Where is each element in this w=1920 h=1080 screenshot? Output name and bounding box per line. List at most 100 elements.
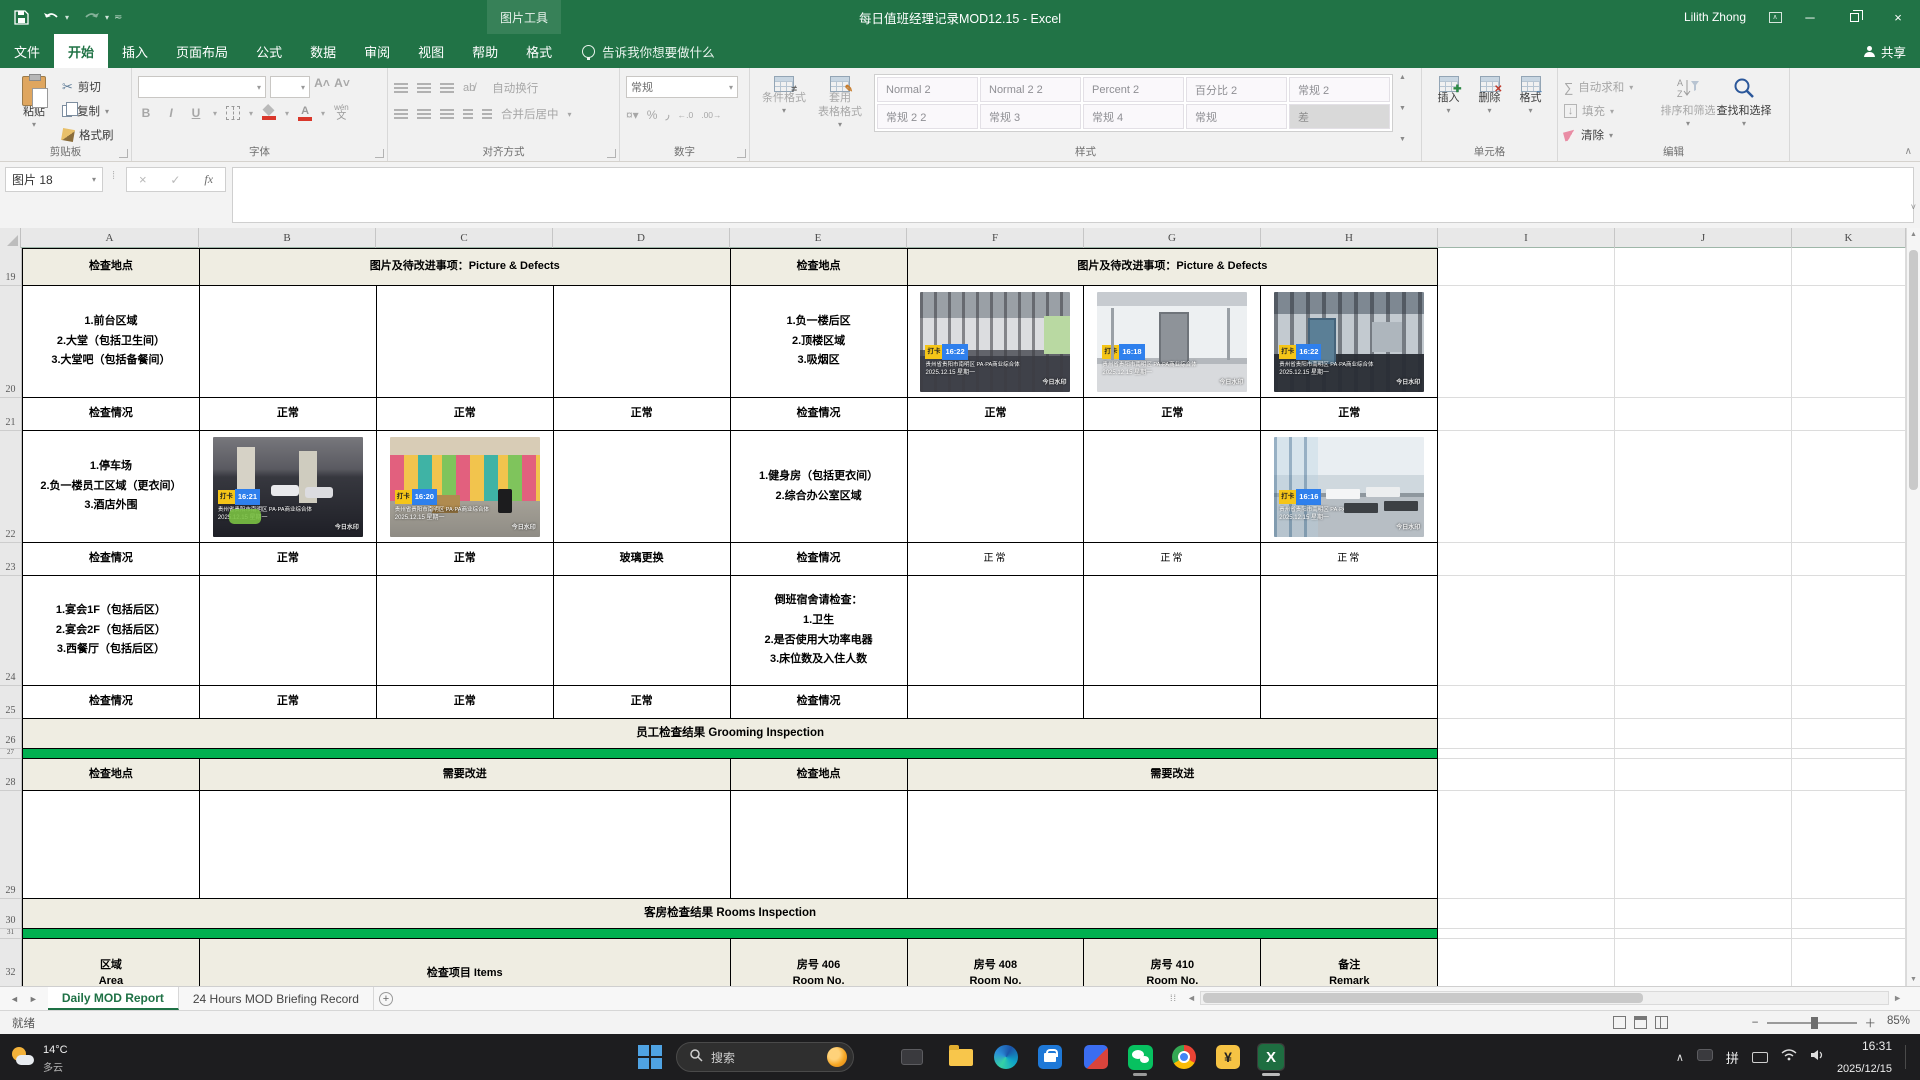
cell-f19-merged[interactable]: 图片及待改进事项：Picture & Defects: [908, 248, 1439, 286]
cell-a19[interactable]: 检查地点: [22, 248, 200, 286]
cancel-icon[interactable]: ×: [139, 172, 147, 187]
select-all-corner[interactable]: [0, 228, 21, 248]
cell-g23[interactable]: 正常: [1084, 543, 1261, 576]
column-header-C[interactable]: C: [376, 228, 553, 248]
alignment-dialog-launcher[interactable]: [607, 149, 616, 158]
align-top-icon[interactable]: [394, 83, 408, 93]
sort-filter-button[interactable]: AZ 排序和筛选▾: [1660, 72, 1716, 145]
cell-j24[interactable]: [1615, 576, 1792, 686]
ribbon-tab-3[interactable]: 插入: [108, 34, 162, 68]
cell-style-option[interactable]: 常规 2 2: [877, 104, 978, 129]
cell-j21[interactable]: [1615, 398, 1792, 431]
cell-f24[interactable]: [908, 576, 1085, 686]
cell-f22[interactable]: [908, 431, 1085, 543]
speaker-icon[interactable]: [1810, 1048, 1824, 1066]
redo-dropdown-icon[interactable]: ▾: [105, 13, 109, 22]
cell-i23[interactable]: [1438, 543, 1615, 576]
cell-a27-merged[interactable]: [22, 749, 1438, 759]
cell-j32[interactable]: [1615, 939, 1792, 986]
hscroll-right-icon[interactable]: ►: [1889, 993, 1906, 1003]
grow-font-icon[interactable]: A˄: [314, 76, 330, 98]
row-header-23[interactable]: 23: [0, 543, 22, 576]
font-size-combo[interactable]: ▾: [270, 76, 310, 98]
row-header-25[interactable]: 25: [0, 686, 22, 719]
taskbar-mail-app[interactable]: [1082, 1043, 1110, 1071]
cell-h20-photo[interactable]: 打卡16:22 贵州省贵阳市南明区 PA·PA商业综合体2025.12.15 星…: [1261, 286, 1438, 398]
cell-c24[interactable]: [377, 576, 554, 686]
cell-b22-photo[interactable]: 打卡16:21 贵州省贵阳市南明区 PA·PA商业综合体2025.12.15 星…: [200, 431, 377, 543]
cell-e24[interactable]: 倒班宿舍请检查： 1.卫生 2.是否使用大功率电器 3.床位数及入住人数: [731, 576, 908, 686]
cell-h21[interactable]: 正常: [1261, 398, 1438, 431]
accounting-format-icon[interactable]: ¤▾: [626, 108, 639, 122]
taskbar-edge[interactable]: [992, 1043, 1020, 1071]
clear-button[interactable]: 清除 ▾: [1564, 125, 1660, 145]
cell-style-option[interactable]: 常规 2: [1289, 77, 1390, 102]
row-header-22[interactable]: 22: [0, 431, 22, 543]
insert-function-icon[interactable]: fx: [204, 172, 213, 187]
ribbon-tab-5[interactable]: 公式: [242, 34, 296, 68]
row-header-29[interactable]: 29: [0, 791, 22, 899]
cell-g22[interactable]: [1084, 431, 1261, 543]
normal-view-icon[interactable]: [1613, 1016, 1626, 1029]
insert-cells-button[interactable]: ✚ 插入▾: [1428, 72, 1469, 145]
cell-i29[interactable]: [1438, 791, 1615, 899]
cell-style-option[interactable]: 常规 3: [980, 104, 1081, 129]
cell-e22[interactable]: 1.健身房（包括更衣间） 2.综合办公室区域: [731, 431, 908, 543]
cell-e28[interactable]: 检查地点: [731, 759, 908, 791]
phonetic-guide-icon[interactable]: wén文: [334, 104, 349, 122]
horizontal-scrollbar[interactable]: [1200, 991, 1889, 1005]
cell-g20-photo[interactable]: 打卡16:18 贵州省贵阳市南明区 PA·PA商业综合体2025.12.15 星…: [1084, 286, 1261, 398]
orientation-icon[interactable]: ab̸: [463, 82, 475, 94]
cell-f28-merged[interactable]: 需要改进: [908, 759, 1439, 791]
view-shortcuts[interactable]: [1613, 1016, 1668, 1029]
column-header-J[interactable]: J: [1615, 228, 1792, 248]
taskbar-excel[interactable]: X: [1257, 1043, 1285, 1071]
start-button[interactable]: [637, 1044, 663, 1070]
cell-i28[interactable]: [1438, 759, 1615, 791]
cell-k22[interactable]: [1792, 431, 1906, 543]
column-header-F[interactable]: F: [907, 228, 1084, 248]
vertical-scrollbar[interactable]: ▲ ▼: [1906, 228, 1920, 986]
restore-button[interactable]: [1832, 0, 1876, 34]
photo-lockers[interactable]: 打卡16:20 贵州省贵阳市南明区 PA·PA商业综合体2025.12.15 星…: [390, 437, 540, 537]
cell-b32-merged[interactable]: 检查项目 Items: [200, 939, 731, 986]
page-layout-view-icon[interactable]: [1634, 1016, 1647, 1029]
number-dialog-launcher[interactable]: [737, 149, 746, 158]
ribbon-tab-1[interactable]: 文件: [0, 34, 54, 68]
column-header-B[interactable]: B: [199, 228, 376, 248]
cell-g32[interactable]: 房号 410 Room No.: [1084, 939, 1261, 986]
cell-a21[interactable]: 检查情况: [22, 398, 200, 431]
cell-j22[interactable]: [1615, 431, 1792, 543]
cell-b19-merged[interactable]: 图片及待改进事项：Picture & Defects: [200, 248, 731, 286]
cell-h24[interactable]: [1261, 576, 1438, 686]
cell-a30-merged[interactable]: 客房检查结果 Rooms Inspection: [22, 899, 1438, 929]
formula-input[interactable]: [232, 167, 1914, 223]
column-header-I[interactable]: I: [1438, 228, 1615, 248]
cell-a22[interactable]: 1.停车场 2.负一楼员工区域（更衣间） 3.酒店外围: [22, 431, 200, 543]
cell-i32[interactable]: [1438, 939, 1615, 986]
cell-a25[interactable]: 检查情况: [22, 686, 200, 719]
sheet-prev-icon[interactable]: ◄: [10, 994, 19, 1004]
decrease-indent-icon[interactable]: [463, 109, 473, 119]
column-header-D[interactable]: D: [553, 228, 730, 248]
minimize-button[interactable]: ─: [1788, 0, 1832, 34]
zoom-in-icon[interactable]: ＋: [1865, 1015, 1877, 1031]
search-doodle-icon[interactable]: [827, 1047, 847, 1067]
borders-icon[interactable]: [226, 106, 240, 120]
name-box[interactable]: 图片 18▾: [5, 167, 103, 192]
row-header-20[interactable]: 20: [0, 286, 22, 398]
cell-j29[interactable]: [1615, 791, 1792, 899]
cell-j30[interactable]: [1615, 899, 1792, 929]
sheet-tab-24-hours-briefing[interactable]: 24 Hours MOD Briefing Record: [179, 987, 374, 1010]
row-header-31[interactable]: 31: [0, 929, 22, 939]
cell-c21[interactable]: 正常: [377, 398, 554, 431]
autosum-button[interactable]: ∑自动求和 ▾: [1564, 77, 1660, 97]
increase-decimal-icon[interactable]: ←.0: [678, 110, 694, 120]
fill-button[interactable]: ↓填充 ▾: [1564, 101, 1660, 121]
cell-d24[interactable]: [554, 576, 731, 686]
ribbon-tab-8[interactable]: 视图: [404, 34, 458, 68]
cell-b29-merged[interactable]: [200, 791, 731, 899]
paste-button[interactable]: 粘贴▾: [6, 72, 62, 145]
cell-h23[interactable]: 正常: [1261, 543, 1438, 576]
cell-i20[interactable]: [1438, 286, 1615, 398]
